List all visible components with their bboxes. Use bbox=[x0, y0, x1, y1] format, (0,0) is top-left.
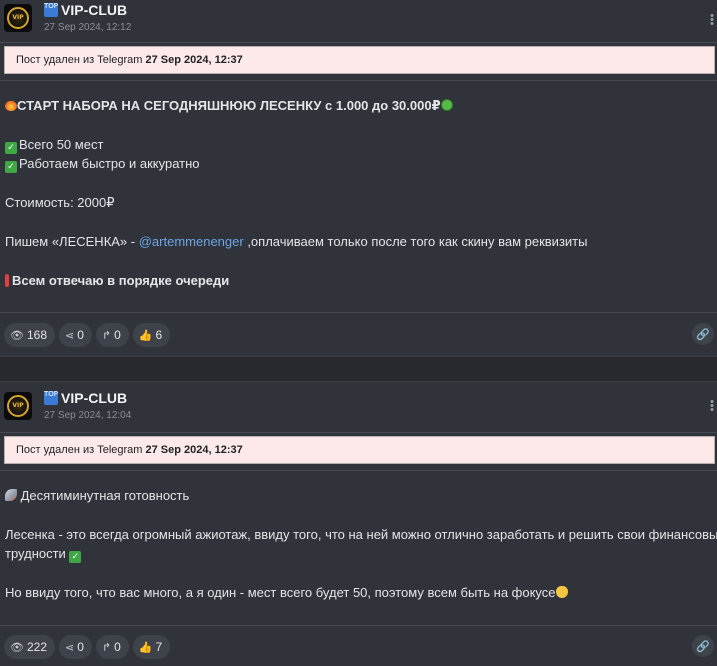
forward-icon: ↱ bbox=[101, 328, 112, 342]
channel-name[interactable]: VIP-CLUB bbox=[61, 2, 127, 18]
post-text: СТАРТ НАБОРА НА СЕГОДНЯШНЮЮ ЛЕСЕНКУ с 1.… bbox=[5, 96, 711, 290]
likes-counter[interactable]: 👍 7 bbox=[132, 635, 171, 659]
kebab-menu-icon[interactable]: • • • bbox=[709, 397, 715, 416]
channel-avatar[interactable]: VIP bbox=[4, 4, 32, 32]
username-link[interactable]: @artemmenenger bbox=[139, 234, 244, 249]
fire-emoji bbox=[5, 99, 17, 111]
link-icon[interactable]: 🔗 bbox=[692, 635, 714, 657]
shares-counter[interactable]: ⋖ 0 bbox=[59, 635, 92, 659]
channel-title[interactable]: TOP VIP-CLUB bbox=[44, 390, 127, 406]
post-line: СТАРТ НАБОРА НА СЕГОДНЯШНЮЮ ЛЕСЕНКУ с 1.… bbox=[5, 96, 711, 115]
share-icon: ⋖ bbox=[65, 328, 75, 342]
post-line: Десятиминутная готовность bbox=[5, 486, 711, 505]
link-icon[interactable]: 🔗 bbox=[692, 323, 714, 345]
post-line: Лесенка - это всегда огромный ажиотаж, в… bbox=[5, 527, 717, 542]
deleted-notice-text: Пост удален из Telegram bbox=[16, 54, 143, 66]
eye-icon: 👁 bbox=[10, 640, 24, 654]
forward-icon: ↱ bbox=[101, 640, 112, 654]
post-line: Стоимость: 2000₽ bbox=[5, 195, 115, 210]
post-header: VIP TOP VIP-CLUB 27 Sep 2024, 12:04 • • • bbox=[0, 382, 717, 424]
views-counter[interactable]: 👁 222 bbox=[4, 635, 55, 659]
share-icon: ⋖ bbox=[65, 640, 75, 654]
avatar-logo: VIP bbox=[7, 7, 29, 29]
rocket-emoji bbox=[5, 489, 17, 501]
post-stats: 👁 222 ⋖ 0 ↱ 0 👍 7 bbox=[4, 635, 171, 659]
post-card: VIP TOP VIP-CLUB 27 Sep 2024, 12:12 • • • … bbox=[0, 0, 717, 356]
deleted-notice-date: 27 Sep 2024, 12:37 bbox=[145, 54, 243, 66]
deleted-notice: Пост удален из Telegram 27 Sep 2024, 12:… bbox=[4, 436, 715, 464]
post-line: Пишем «ЛЕСЕНКА» - @artemmenenger ,оплачи… bbox=[5, 234, 588, 249]
divider bbox=[0, 42, 717, 43]
channel-avatar[interactable]: VIP bbox=[4, 392, 32, 420]
channel-title[interactable]: TOP VIP-CLUB bbox=[44, 2, 127, 18]
post-line: ✓ Всего 50 мест bbox=[5, 135, 711, 154]
money-face-emoji bbox=[440, 99, 453, 111]
deleted-notice: Пост удален из Telegram 27 Sep 2024, 12:… bbox=[4, 46, 715, 74]
divider bbox=[0, 625, 717, 626]
post-header: VIP TOP VIP-CLUB 27 Sep 2024, 12:12 • • • bbox=[0, 0, 717, 42]
deleted-notice-text: Пост удален из Telegram bbox=[16, 444, 143, 456]
top-badge-icon: TOP bbox=[44, 3, 58, 17]
eye-icon: 👁 bbox=[10, 328, 24, 342]
thumbs-up-icon: 👍 bbox=[138, 640, 153, 654]
top-badge-icon: TOP bbox=[44, 391, 58, 405]
post-stats: 👁 168 ⋖ 0 ↱ 0 👍 6 bbox=[4, 323, 171, 347]
post-line: ✓ Работаем быстро и аккуратно bbox=[5, 154, 711, 173]
post-line: трудности ✓ bbox=[5, 544, 711, 563]
check-mark-emoji: ✓ bbox=[5, 161, 17, 173]
shares-counter[interactable]: ⋖ 0 bbox=[59, 323, 92, 347]
forwards-counter[interactable]: ↱ 0 bbox=[95, 323, 129, 347]
post-line: Но ввиду того, что вас много, а я один -… bbox=[5, 583, 711, 602]
post-separator bbox=[0, 356, 717, 382]
kebab-menu-icon[interactable]: • • • bbox=[709, 11, 715, 30]
post-text: Десятиминутная готовность Лесенка - это … bbox=[5, 486, 717, 602]
cat-emoji bbox=[555, 586, 568, 598]
post-date: 27 Sep 2024, 12:12 bbox=[44, 22, 132, 33]
divider bbox=[0, 432, 717, 433]
divider bbox=[0, 312, 717, 313]
check-mark-emoji: ✓ bbox=[5, 142, 17, 154]
forwards-counter[interactable]: ↱ 0 bbox=[95, 635, 129, 659]
deleted-notice-date: 27 Sep 2024, 12:37 bbox=[145, 444, 243, 456]
likes-counter[interactable]: 👍 6 bbox=[132, 323, 171, 347]
avatar-logo: VIP bbox=[7, 395, 29, 417]
check-mark-emoji: ✓ bbox=[69, 551, 82, 563]
divider bbox=[0, 470, 717, 471]
channel-name[interactable]: VIP-CLUB bbox=[61, 390, 127, 406]
post-card: VIP TOP VIP-CLUB 27 Sep 2024, 12:04 • • • … bbox=[0, 382, 717, 666]
post-line: Всем отвечаю в порядке очереди bbox=[5, 271, 711, 290]
views-counter[interactable]: 👁 168 bbox=[4, 323, 55, 347]
post-date: 27 Sep 2024, 12:04 bbox=[44, 410, 132, 421]
exclamation-emoji bbox=[5, 274, 9, 287]
divider bbox=[0, 80, 717, 81]
thumbs-up-icon: 👍 bbox=[138, 328, 153, 342]
